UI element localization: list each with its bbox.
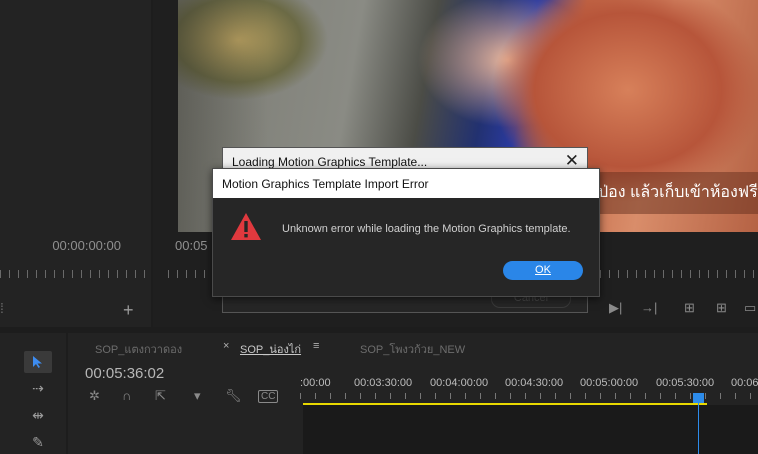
marker-icon[interactable]: ▾ <box>194 388 201 404</box>
playhead-line[interactable] <box>698 395 699 454</box>
source-timecode[interactable]: 00:00:00:00 <box>0 238 121 253</box>
panel-edge-icon: ⁞ <box>0 300 4 316</box>
wrench-icon[interactable]: 🔧︎ <box>225 388 242 404</box>
tab-close-icon[interactable]: × <box>223 340 229 352</box>
video-subtitle: ป่อง แล้วเก็บเข้าห้องฟรี <box>598 184 758 201</box>
ruler-label: 00:05:00:00 <box>580 377 639 389</box>
error-dialog-title: Motion Graphics Template Import Error <box>222 177 429 191</box>
timeline-tracks[interactable] <box>303 405 758 454</box>
tab-sequence-2[interactable]: SOP_น่องไก่ <box>240 340 301 358</box>
timeline-ruler[interactable]: :00:00 00:03:30:00 00:04:00:00 00:04:30:… <box>300 371 758 405</box>
timeline-timecode[interactable]: 00:05:36:02 <box>85 365 164 382</box>
error-dialog-titlebar: Motion Graphics Template Import Error <box>213 169 599 198</box>
ok-button[interactable]: OK <box>503 261 583 280</box>
nest-icon[interactable]: ✲ <box>89 388 100 404</box>
step-forward-icon[interactable]: →| <box>641 300 657 315</box>
tab-menu-icon[interactable]: ≡ <box>313 340 319 352</box>
add-button[interactable]: + <box>123 300 134 321</box>
ruler-label: 00:04:30:00 <box>505 377 564 389</box>
program-timecode[interactable]: 00:05 <box>175 238 208 253</box>
ruler-label: :00:00 <box>300 377 331 389</box>
extract-icon[interactable]: ⊞ <box>716 300 727 316</box>
razor-icon[interactable]: ✎ <box>24 431 52 453</box>
error-message: Unknown error while loading the Motion G… <box>282 223 571 235</box>
ruler-label: 00:05:30:00 <box>656 377 715 389</box>
selection-arrow-icon[interactable] <box>24 351 52 373</box>
import-error-dialog: Motion Graphics Template Import Error Un… <box>212 168 600 297</box>
ripple-edit-icon[interactable]: ⇹ <box>24 404 52 426</box>
warning-icon <box>231 213 261 240</box>
lift-icon[interactable]: ⊞ <box>684 300 695 316</box>
loading-dialog-title: Loading Motion Graphics Template... <box>232 155 428 169</box>
track-select-icon[interactable]: ⇢ <box>24 377 52 399</box>
linked-selection-icon[interactable]: ⇱ <box>155 388 166 404</box>
snap-icon[interactable]: ∩ <box>122 388 131 403</box>
playhead-handle[interactable] <box>693 393 704 403</box>
ruler-label: 00:06 <box>731 377 758 389</box>
ruler-label: 00:03:30:00 <box>354 377 413 389</box>
tab-sequence-1[interactable]: SOP_แตงกวาดอง <box>95 340 182 358</box>
tools-panel: ⇢ ⇹ ✎ <box>0 333 66 454</box>
source-time-ruler[interactable] <box>0 270 150 278</box>
work-area-bar[interactable] <box>303 403 707 405</box>
captions-icon[interactable]: CC <box>258 390 279 403</box>
ruler-label: 00:04:00:00 <box>430 377 489 389</box>
tab-sequence-3[interactable]: SOP_โพงวก้วย_NEW <box>360 340 465 358</box>
play-icon[interactable]: ▶| <box>609 300 622 316</box>
ruler-ticks <box>300 393 758 399</box>
export-frame-icon[interactable]: ▭ <box>744 300 756 316</box>
